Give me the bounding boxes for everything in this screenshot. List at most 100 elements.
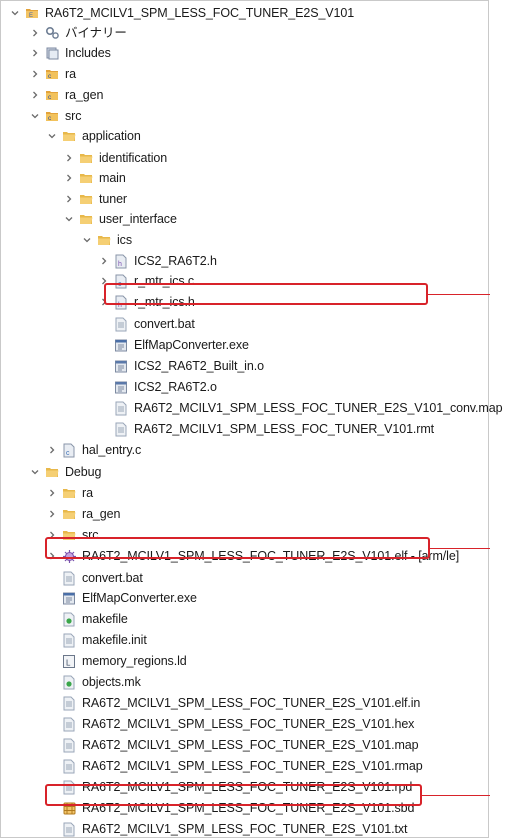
tree-item-label: objects.mk — [82, 675, 141, 689]
source-folder-icon: c — [44, 87, 60, 103]
c-file-icon: c — [61, 442, 77, 458]
tree-item-label: ElfMapConverter.exe — [134, 338, 249, 352]
tree-item-label: RA6T2_MCILV1_SPM_LESS_FOC_TUNER_E2S_V101… — [134, 401, 503, 415]
tree-item[interactable]: makefile — [46, 609, 128, 629]
tree-item[interactable]: c src — [29, 106, 81, 126]
tree-item[interactable]: h ICS2_RA6T2.h — [98, 251, 217, 271]
svg-text:c: c — [66, 450, 70, 457]
tree-item[interactable]: RA6T2_MCILV1_SPM_LESS_FOC_TUNER_E2S_V101… — [46, 735, 419, 755]
chevron-right-icon[interactable] — [29, 23, 41, 43]
svg-text:E: E — [29, 13, 33, 19]
chevron-down-icon[interactable] — [29, 106, 41, 126]
chevron-right-icon[interactable] — [29, 64, 41, 84]
tree-item[interactable]: identification — [63, 148, 167, 168]
tree-item[interactable]: RA6T2_MCILV1_SPM_LESS_FOC_TUNER_E2S_V101… — [46, 756, 423, 776]
tree-item-label: src — [65, 109, 82, 123]
tree-item[interactable]: RA6T2_MCILV1_SPM_LESS_FOC_TUNER_E2S_V101… — [98, 398, 503, 418]
chevron-down-icon[interactable] — [9, 3, 21, 23]
binaries-icon — [44, 25, 60, 41]
tree-item-label: RA6T2_MCILV1_SPM_LESS_FOC_TUNER_E2S_V101… — [82, 717, 415, 731]
chevron-right-icon[interactable] — [46, 440, 58, 460]
tree-item[interactable]: ElfMapConverter.exe — [46, 588, 197, 608]
chevron-right-icon[interactable] — [63, 168, 75, 188]
chevron-down-icon[interactable] — [81, 230, 93, 250]
chevron-right-icon[interactable] — [98, 251, 110, 271]
tree-item[interactable]: main — [63, 168, 126, 188]
folder-icon — [61, 485, 77, 501]
tree-item[interactable]: ICS2_RA6T2_Built_in.o — [98, 356, 264, 376]
tree-item[interactable]: Debug — [29, 462, 101, 482]
text-file-icon — [61, 758, 77, 774]
tree-item-label: ICS2_RA6T2_Built_in.o — [134, 359, 264, 373]
tree-item[interactable]: makefile.init — [46, 630, 147, 650]
tree-item[interactable]: ElfMapConverter.exe — [98, 335, 249, 355]
tree-item[interactable]: Lmemory_regions.ld — [46, 651, 187, 671]
folder-icon — [61, 506, 77, 522]
tree-item-label: ICS2_RA6T2.o — [134, 380, 217, 394]
tree-item[interactable]: E RA6T2_MCILV1_SPM_LESS_FOC_TUNER_E2S_V10… — [9, 3, 354, 23]
tree-item[interactable]: convert.bat — [46, 568, 143, 588]
tree-item[interactable]: RA6T2_MCILV1_SPM_LESS_FOC_TUNER_V101.rmt — [98, 419, 434, 439]
highlight-sbd — [45, 784, 422, 806]
tree-item-label: memory_regions.ld — [82, 654, 187, 668]
tree-item-label: makefile.init — [82, 633, 147, 647]
tree-item[interactable]: convert.bat — [98, 314, 195, 334]
chevron-right-icon[interactable] — [46, 483, 58, 503]
chevron-down-icon[interactable] — [63, 209, 75, 229]
tree-item[interactable]: user_interface — [63, 209, 177, 229]
tree-item[interactable]: ra — [46, 483, 93, 503]
tree-item[interactable]: objects.mk — [46, 672, 141, 692]
tree-item[interactable]: RA6T2_MCILV1_SPM_LESS_FOC_TUNER_E2S_V101… — [46, 819, 407, 839]
chevron-right-icon[interactable] — [29, 43, 41, 63]
text-file-icon — [113, 316, 129, 332]
object-file-icon — [113, 379, 129, 395]
tree-item[interactable]: ics — [81, 230, 132, 250]
highlight-elf — [45, 537, 430, 559]
folder-icon — [44, 464, 60, 480]
chevron-down-icon[interactable] — [46, 126, 58, 146]
project-explorer-tree: E RA6T2_MCILV1_SPM_LESS_FOC_TUNER_E2S_V10… — [0, 0, 503, 839]
chevron-right-icon[interactable] — [63, 189, 75, 209]
tree-item-label: user_interface — [99, 212, 177, 226]
text-file-icon — [61, 821, 77, 837]
tree-item[interactable]: ICS2_RA6T2.o — [98, 377, 217, 397]
tree-item-label: tuner — [99, 192, 127, 206]
tree-item-label: RA6T2_MCILV1_SPM_LESS_FOC_TUNER_E2S_V101… — [82, 759, 423, 773]
folder-icon — [78, 170, 94, 186]
tree-item-label: hal_entry.c — [82, 443, 142, 457]
tree-item-label: RA6T2_MCILV1_SPM_LESS_FOC_TUNER_E2S_V101… — [82, 696, 421, 710]
tree-item[interactable]: RA6T2_MCILV1_SPM_LESS_FOC_TUNER_E2S_V101… — [46, 714, 414, 734]
text-file-icon — [61, 716, 77, 732]
folder-icon — [78, 191, 94, 207]
text-file-icon — [113, 400, 129, 416]
tree-item[interactable]: c ra — [29, 64, 76, 84]
chevron-down-icon[interactable] — [29, 462, 41, 482]
tree-item[interactable]: c hal_entry.c — [46, 440, 141, 460]
tree-item-label: ICS2_RA6T2.h — [134, 254, 217, 268]
tree-item-label: convert.bat — [82, 571, 143, 585]
tree-item-label: ra_gen — [65, 88, 104, 102]
tree-item[interactable]: バイナリー — [29, 23, 127, 43]
tree-item[interactable]: c ra_gen — [29, 85, 103, 105]
tree-item[interactable]: tuner — [63, 189, 127, 209]
tree-item[interactable]: RA6T2_MCILV1_SPM_LESS_FOC_TUNER_E2S_V101… — [46, 693, 420, 713]
tree-item[interactable]: Includes — [29, 43, 111, 63]
tree-item-label: RA6T2_MCILV1_SPM_LESS_FOC_TUNER_V101.rmt — [134, 422, 435, 436]
tree-item[interactable]: ra_gen — [46, 504, 120, 524]
object-file-icon — [113, 358, 129, 374]
tree-item-label: ra — [82, 486, 93, 500]
chevron-right-icon[interactable] — [46, 504, 58, 524]
chevron-right-icon[interactable] — [29, 85, 41, 105]
tree-item-label: ElfMapConverter.exe — [82, 591, 197, 605]
tree-item[interactable]: application — [46, 126, 141, 146]
callout-line-conv-map — [428, 294, 490, 295]
chevron-right-icon[interactable] — [63, 148, 75, 168]
